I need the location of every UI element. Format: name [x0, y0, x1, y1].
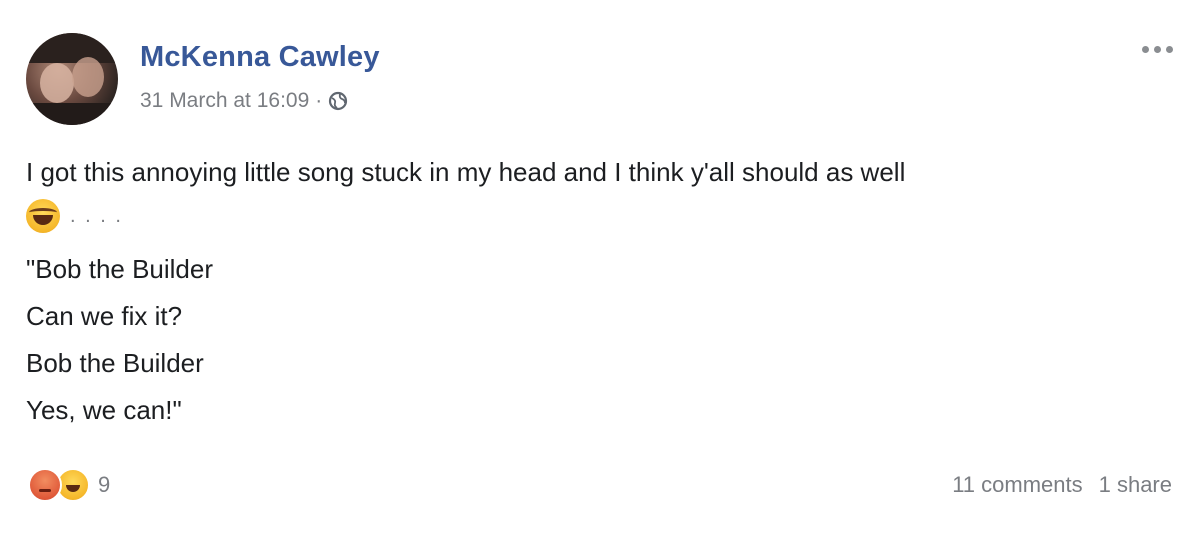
- avatar[interactable]: [26, 33, 118, 125]
- post-timestamp[interactable]: 31 March at 16:09: [140, 89, 309, 113]
- facebook-post: McKenna Cawley 31 March at 16:09 · I got…: [0, 0, 1200, 540]
- trailing-dots: . . . .: [70, 205, 123, 227]
- author-name[interactable]: McKenna Cawley: [140, 41, 380, 74]
- reaction-count[interactable]: 9: [98, 472, 110, 498]
- lyric-line: Yes, we can!": [26, 395, 182, 425]
- reactions-summary[interactable]: 9: [28, 468, 110, 502]
- globe-icon[interactable]: [328, 91, 348, 111]
- laughing-emoji-icon: [26, 199, 60, 233]
- meta-separator: ·: [315, 89, 323, 112]
- emoji-line: . . . .: [26, 194, 905, 238]
- lyric-line: Bob the Builder: [26, 348, 204, 378]
- more-options-icon[interactable]: [1142, 42, 1176, 56]
- lyrics: "Bob the Builder Can we fix it? Bob the …: [26, 246, 905, 434]
- post-body: I got this annoying little song stuck in…: [26, 150, 905, 434]
- shares-count[interactable]: 1 share: [1099, 472, 1172, 498]
- post-stats: 11 comments 1 share: [952, 472, 1172, 498]
- lyric-line: "Bob the Builder: [26, 254, 214, 284]
- post-meta: 31 March at 16:09 ·: [140, 89, 348, 113]
- angry-reaction-icon: [28, 468, 62, 502]
- post-text-line: I got this annoying little song stuck in…: [26, 157, 906, 187]
- comments-count[interactable]: 11 comments: [952, 472, 1082, 498]
- lyric-line: Can we fix it?: [26, 301, 183, 331]
